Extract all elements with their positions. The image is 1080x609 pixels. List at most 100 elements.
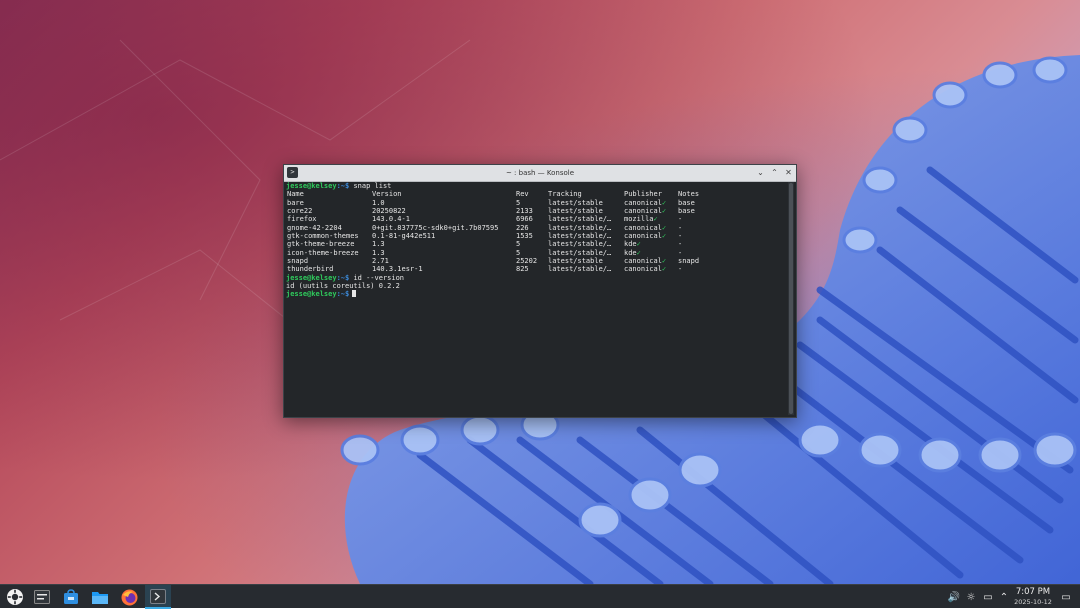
snap-tracking-cell: latest/stable/… [548,249,611,257]
snap-tracking-cell: latest/stable/… [548,265,611,273]
snap-tracking-text: latest/stable [548,207,603,216]
snap-tracking-cell: latest/stable [548,207,603,215]
snap-version-text: 1.0 [372,198,385,207]
terminal-line-command2: jesse@kelsey:~$ id --version [286,274,786,282]
terminal-line-current: jesse@kelsey:~$ [286,290,786,298]
snap-publisher-cell: canonical✓ [624,232,666,240]
snap-rev-cell: 5 [516,199,520,207]
terminal-area[interactable]: jesse@kelsey:~$ snap list Name Version R… [286,182,786,415]
task-manager-button[interactable] [29,585,55,609]
snap-tracking-text: latest/stable/… [548,248,612,257]
snap-rev-cell: 6966 [516,215,533,223]
firefox-icon [121,589,137,605]
snap-notes-text: - [678,232,683,241]
snap-version-cell: 1.3 [372,249,385,257]
snap-rev-cell: 226 [516,224,529,232]
show-desktop-icon[interactable]: ▭ [1058,585,1074,609]
dolphin-button[interactable] [87,585,113,609]
volume-icon[interactable]: 🔊 [946,585,962,609]
snap-name-text: firefox [287,215,317,224]
snap-version-cell: 1.3 [372,240,385,248]
snap-tracking-text: latest/stable/… [548,223,612,232]
snap-publisher-text: canonical [624,232,662,241]
prompt-user: jesse@kelsey [286,290,337,299]
snap-name-cell: bare [287,199,304,207]
brightness-icon[interactable]: ☼ [963,585,979,609]
snap-notes-cell: base [678,207,695,215]
snap-version-cell: 143.0.4-1 [372,215,410,223]
snap-notes-cell: snapd [678,257,699,265]
scrollbar-thumb[interactable] [789,183,793,414]
snap-publisher-cell: canonical✓ [624,199,666,207]
snap-rev-text: 5 [516,240,521,249]
terminal-scrollbar[interactable] [788,182,794,415]
snap-tracking-text: latest/stable [548,257,603,266]
snap-tracking-text: latest/stable/… [548,240,612,249]
window-title: ~ : bash — Konsole [505,169,575,177]
terminal-line-command1: jesse@kelsey:~$ snap list [286,182,786,190]
konsole-window[interactable]: > ~ : bash — Konsole ⌄ ⌃ ✕ jesse@kelsey:… [283,164,797,418]
snap-list-rows: bare 1.0 5 latest/stable canonical✓ base core2… [286,199,786,274]
terminal-output-line: id (uutils coreutils) 0.2.2 [286,282,400,291]
snap-notes-cell: base [678,199,695,207]
snap-list-row: gtk-common-themes 0.1-81-g442e511 1535 late… [286,232,786,240]
snap-name-cell: icon-theme-breeze [287,249,359,257]
snap-notes-cell: - [678,215,682,223]
verified-check-icon: ✓ [636,240,641,249]
konsole-task-button[interactable] [145,585,171,609]
verified-check-icon: ✓ [661,257,667,266]
verified-check-icon: ✓ [661,232,667,241]
snap-list-row: icon-theme-breeze 1.3 5 latest/stable/… kde✓… [286,249,786,257]
snap-publisher-cell: kde✓ [624,249,641,257]
snap-notes-text: base [678,207,695,216]
snap-name-text: snapd [287,257,309,266]
snap-rev-text: 2133 [516,207,533,216]
snap-publisher-text: canonical [624,257,662,266]
header-rev: Rev [516,190,529,199]
snap-rev-text: 226 [516,223,529,232]
snap-tracking-cell: latest/stable [548,257,603,265]
snap-name-text: core22 [287,207,313,216]
snap-publisher-cell: canonical✓ [624,257,666,265]
snap-tracking-text: latest/stable/… [548,265,612,274]
snap-version-text: 2.71 [372,257,389,266]
snap-version-text: 143.0.4-1 [372,215,410,224]
konsole-icon [150,588,166,604]
snap-rev-text: 5 [516,248,521,257]
close-button[interactable]: ✕ [784,166,793,179]
application-launcher-button[interactable] [2,585,28,609]
snap-list-row: thunderbird 140.3.1esr-1 825 latest/stable/… [286,265,786,273]
snap-version-text: 140.3.1esr-1 [372,265,423,274]
snap-version-cell: 20250822 [372,207,406,215]
snap-publisher-text: canonical [624,207,662,216]
snap-notes-cell: - [678,240,682,248]
command-text: id --version [349,273,405,282]
prompt-user: jesse@kelsey [286,273,337,282]
snap-publisher-cell: mozilla✓ [624,215,658,223]
header-publisher: Publisher [624,190,662,199]
snap-name-text: icon-theme-breeze [287,248,359,257]
digital-clock[interactable]: 7:07 PM 2025-10-12 [1008,587,1058,606]
snap-list-row: gtk-theme-breeze 1.3 5 latest/stable/… kde✓ - [286,240,786,248]
clock-date: 2025-10-12 [1014,598,1052,606]
verified-check-icon: ✓ [636,248,641,257]
network-icon[interactable]: ▭ [980,585,996,609]
snap-rev-cell: 825 [516,265,529,273]
snap-rev-cell: 1535 [516,232,533,240]
snap-name-cell: core22 [287,207,312,215]
snap-tracking-cell: latest/stable/… [548,224,611,232]
firefox-button[interactable] [116,585,142,609]
maximize-button[interactable]: ⌃ [770,166,779,179]
snap-publisher-text: canonical [624,198,662,207]
snap-list-header: Name Version Rev Tracking Publisher Note… [286,190,786,198]
desktop-wallpaper: > ~ : bash — Konsole ⌄ ⌃ ✕ jesse@kelsey:… [0,0,1080,584]
snap-publisher-cell: canonical✓ [624,207,666,215]
discover-button[interactable] [58,585,84,609]
kde-logo-icon [7,589,23,605]
minimize-button[interactable]: ⌄ [756,166,765,179]
snap-publisher-cell: kde✓ [624,240,641,248]
snap-version-cell: 0.1-81-g442e511 [372,232,435,240]
snap-notes-text: - [678,248,683,257]
window-titlebar[interactable]: > ~ : bash — Konsole ⌄ ⌃ ✕ [284,165,796,182]
konsole-app-icon[interactable]: > [287,167,298,178]
